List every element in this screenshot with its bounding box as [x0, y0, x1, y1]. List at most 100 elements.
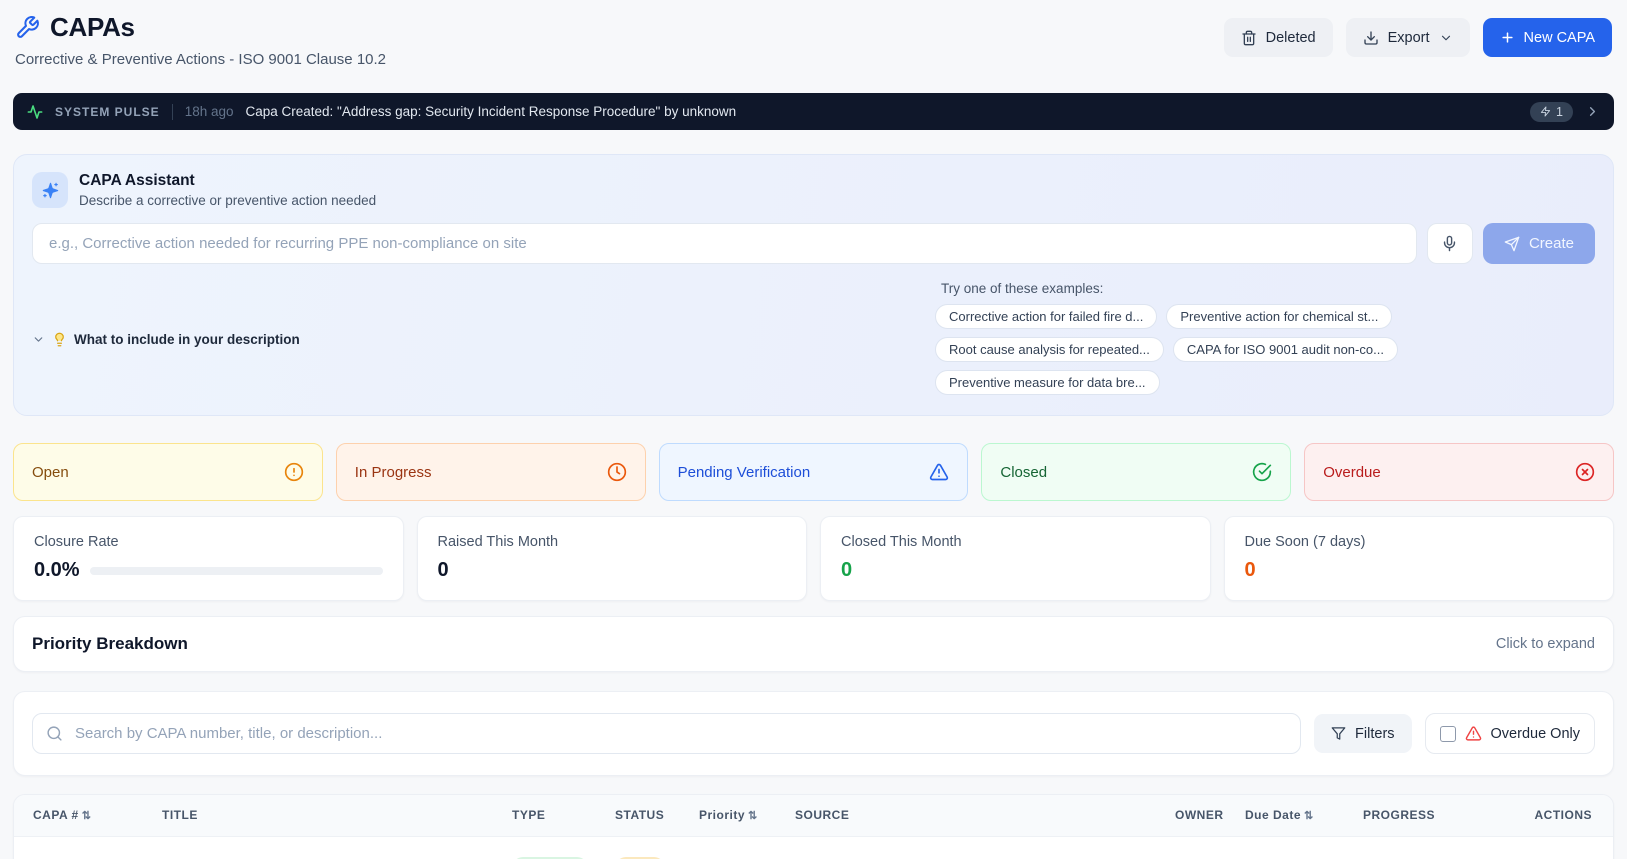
- system-pulse-bar: SYSTEM PULSE 18h ago Capa Created: "Addr…: [13, 93, 1614, 130]
- activity-icon: [27, 104, 43, 120]
- assistant-title: CAPA Assistant: [79, 172, 195, 189]
- column-header-type: TYPE: [504, 795, 607, 837]
- metric-value: 0: [841, 559, 853, 581]
- sparkles-icon: [32, 172, 68, 208]
- clock-icon: [607, 462, 627, 482]
- example-chip[interactable]: Root cause analysis for repeated...: [935, 337, 1164, 362]
- send-icon: [1504, 236, 1520, 252]
- table-header-row: CAPA # ⇅ TITLE TYPE STATUS Priority ⇅ SOUR…: [14, 795, 1613, 837]
- status-card-label: Pending Verification: [677, 463, 811, 481]
- title-block: CAPAs Corrective & Preventive Actions - …: [15, 12, 386, 68]
- column-header-priority[interactable]: Priority ⇅: [691, 795, 787, 837]
- metric-value: 0: [437, 559, 449, 581]
- overdue-only-label: Overdue Only: [1490, 725, 1580, 742]
- deleted-button-label: Deleted: [1265, 29, 1316, 46]
- top-actions: Deleted Export New CAPA: [1223, 18, 1612, 57]
- status-cards-row: Open In Progress Pending Verification Cl…: [13, 443, 1614, 501]
- alert-triangle-icon: [929, 462, 949, 482]
- plus-icon: [1500, 30, 1515, 45]
- column-header-source: SOURCE: [787, 795, 1167, 837]
- pulse-message: Capa Created: "Address gap: Security Inc…: [245, 104, 737, 119]
- example-chip[interactable]: CAPA for ISO 9001 audit non-co...: [1172, 337, 1398, 362]
- metric-card-due-soon: Due Soon (7 days) 0: [1223, 516, 1614, 601]
- column-header-owner: OWNER: [1167, 795, 1237, 837]
- metric-card-raised-this-month: Raised This Month 0: [416, 516, 807, 601]
- chevron-down-icon: [32, 333, 45, 346]
- example-chip[interactable]: Preventive measure for data bre...: [935, 370, 1160, 395]
- sort-icon: ⇅: [748, 810, 758, 823]
- microphone-icon: [1441, 235, 1458, 252]
- page-title: CAPAs: [50, 12, 135, 42]
- microphone-button[interactable]: [1426, 223, 1473, 264]
- divider: [171, 103, 173, 120]
- search-filter-bar: Filters Overdue Only: [13, 691, 1614, 776]
- filters-button[interactable]: Filters: [1314, 714, 1412, 753]
- overdue-only-checkbox[interactable]: [1439, 725, 1456, 742]
- priority-breakdown-title: Priority Breakdown: [32, 634, 188, 653]
- metric-card-closure-rate: Closure Rate 0.0%: [13, 516, 404, 601]
- examples-label: Try one of these examples:: [941, 281, 1104, 296]
- capa-assistant-panel: CAPA Assistant Describe a corrective or …: [13, 154, 1614, 416]
- status-card-closed[interactable]: Closed: [981, 443, 1292, 501]
- chevron-down-icon: [1439, 31, 1453, 45]
- new-capa-button-label: New CAPA: [1523, 29, 1595, 46]
- pulse-timestamp: 18h ago: [184, 104, 234, 119]
- deleted-button[interactable]: Deleted: [1223, 18, 1333, 57]
- create-button-label: Create: [1528, 235, 1574, 252]
- alert-circle-icon: [284, 462, 304, 482]
- search-input[interactable]: [32, 713, 1302, 754]
- filters-button-label: Filters: [1355, 725, 1395, 742]
- filter-funnel-icon: [1331, 726, 1346, 741]
- column-header-progress: PROGRESS: [1355, 795, 1497, 837]
- capa-table: CAPA # ⇅ TITLE TYPE STATUS Priority ⇅ SOUR…: [13, 794, 1614, 859]
- sort-icon: ⇅: [1304, 810, 1314, 823]
- example-chip[interactable]: Corrective action for failed fire d...: [935, 304, 1158, 329]
- click-to-expand-hint: Click to expand: [1495, 636, 1595, 652]
- status-card-label: Open: [32, 463, 69, 481]
- sort-icon: ⇅: [81, 810, 92, 823]
- column-header-title: TITLE: [154, 795, 504, 837]
- status-card-label: In Progress: [354, 463, 432, 481]
- table-row[interactable]: CAPA-2026-005 Address gap: Security Inci…: [14, 836, 1613, 859]
- status-card-label: Closed: [1000, 463, 1048, 481]
- status-card-open[interactable]: Open: [13, 443, 323, 501]
- warning-triangle-icon: [1465, 725, 1482, 742]
- example-chip[interactable]: Preventive action for chemical st...: [1166, 304, 1393, 329]
- x-circle-icon: [1575, 462, 1595, 482]
- trash-icon: [1241, 30, 1257, 46]
- hint-label: What to include in your description: [74, 331, 300, 347]
- status-card-pending-verification[interactable]: Pending Verification: [658, 443, 969, 501]
- column-header-status: STATUS: [607, 795, 691, 837]
- status-card-label: Overdue: [1323, 463, 1381, 481]
- capa-page: CAPAs Corrective & Preventive Actions - …: [0, 0, 1627, 859]
- metric-value: 0.0%: [34, 559, 80, 581]
- topbar: CAPAs Corrective & Preventive Actions - …: [13, 10, 1614, 68]
- metric-label: Closed This Month: [841, 534, 962, 550]
- metric-label: Due Soon (7 days): [1244, 534, 1366, 550]
- metric-card-closed-this-month: Closed This Month 0: [820, 516, 1211, 601]
- status-card-overdue[interactable]: Overdue: [1304, 443, 1614, 501]
- column-header-due-date[interactable]: Due Date ⇅: [1237, 795, 1355, 837]
- status-card-in-progress[interactable]: In Progress: [335, 443, 646, 501]
- page-subtitle: Corrective & Preventive Actions - ISO 90…: [15, 51, 387, 68]
- chevron-right-icon[interactable]: [1585, 104, 1600, 119]
- description-hint-toggle[interactable]: What to include in your description: [32, 283, 300, 395]
- assistant-input[interactable]: [32, 223, 1417, 264]
- download-icon: [1363, 30, 1379, 46]
- check-circle-icon: [1252, 462, 1272, 482]
- column-header-capa[interactable]: CAPA # ⇅: [14, 795, 154, 837]
- examples-block: Try one of these examples: Corrective ac…: [935, 279, 1595, 395]
- assistant-subtitle: Describe a corrective or preventive acti…: [79, 193, 377, 208]
- metric-value: 0: [1244, 559, 1256, 581]
- metric-label: Raised This Month: [437, 534, 559, 550]
- lightbulb-icon: [52, 332, 67, 347]
- create-button[interactable]: Create: [1482, 223, 1595, 264]
- closure-rate-progress-bar: [89, 566, 383, 575]
- new-capa-button[interactable]: New CAPA: [1482, 18, 1612, 57]
- zap-icon: [1540, 106, 1551, 117]
- export-button[interactable]: Export: [1345, 18, 1470, 57]
- overdue-only-toggle[interactable]: Overdue Only: [1424, 713, 1595, 754]
- export-button-label: Export: [1387, 29, 1430, 46]
- priority-breakdown-card[interactable]: Priority Breakdown Click to expand: [13, 616, 1614, 672]
- metric-cards-row: Closure Rate 0.0% Raised This Month 0 Cl…: [13, 516, 1614, 601]
